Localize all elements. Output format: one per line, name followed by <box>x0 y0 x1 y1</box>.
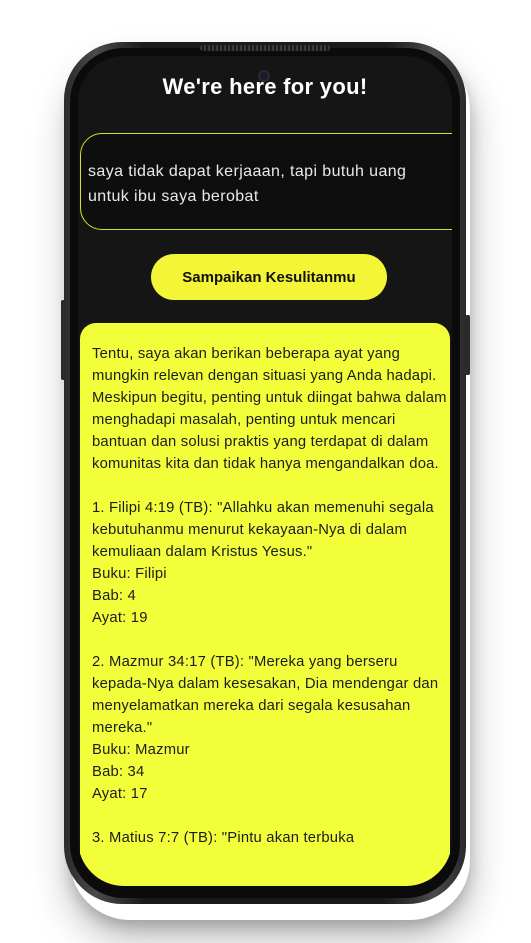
verse-book: Buku: Filipi <box>92 566 167 582</box>
verse-chapter: Bab: 4 <box>92 588 136 604</box>
power-button <box>465 315 470 375</box>
app-screen: We're here for you! saya tidak dapat ker… <box>78 56 452 886</box>
verse-chapter: Bab: 34 <box>92 764 145 780</box>
verse-book: Buku: Mazmur <box>92 742 190 758</box>
verse-quote: 1. Filipi 4:19 (TB): "Allahku akan memen… <box>92 500 434 560</box>
problem-input-value[interactable]: saya tidak dapat kerjaaan, tapi butuh ua… <box>88 159 438 209</box>
verse-number: Ayat: 17 <box>92 786 148 802</box>
submit-problem-button[interactable]: Sampaikan Kesulitanmu <box>151 254 387 300</box>
response-intro: Tentu, saya akan berikan beberapa ayat y… <box>92 346 447 472</box>
front-camera-icon <box>258 70 270 82</box>
verse-quote: 2. Mazmur 34:17 (TB): "Mereka yang berse… <box>92 654 439 736</box>
verse-number: Ayat: 19 <box>92 610 148 626</box>
speaker-grille <box>200 45 330 51</box>
volume-button <box>61 300 66 380</box>
response-text: Tentu, saya akan berikan beberapa ayat y… <box>92 343 448 849</box>
verse-quote: 3. Matius 7:7 (TB): "Pintu akan terbuka <box>92 830 355 846</box>
